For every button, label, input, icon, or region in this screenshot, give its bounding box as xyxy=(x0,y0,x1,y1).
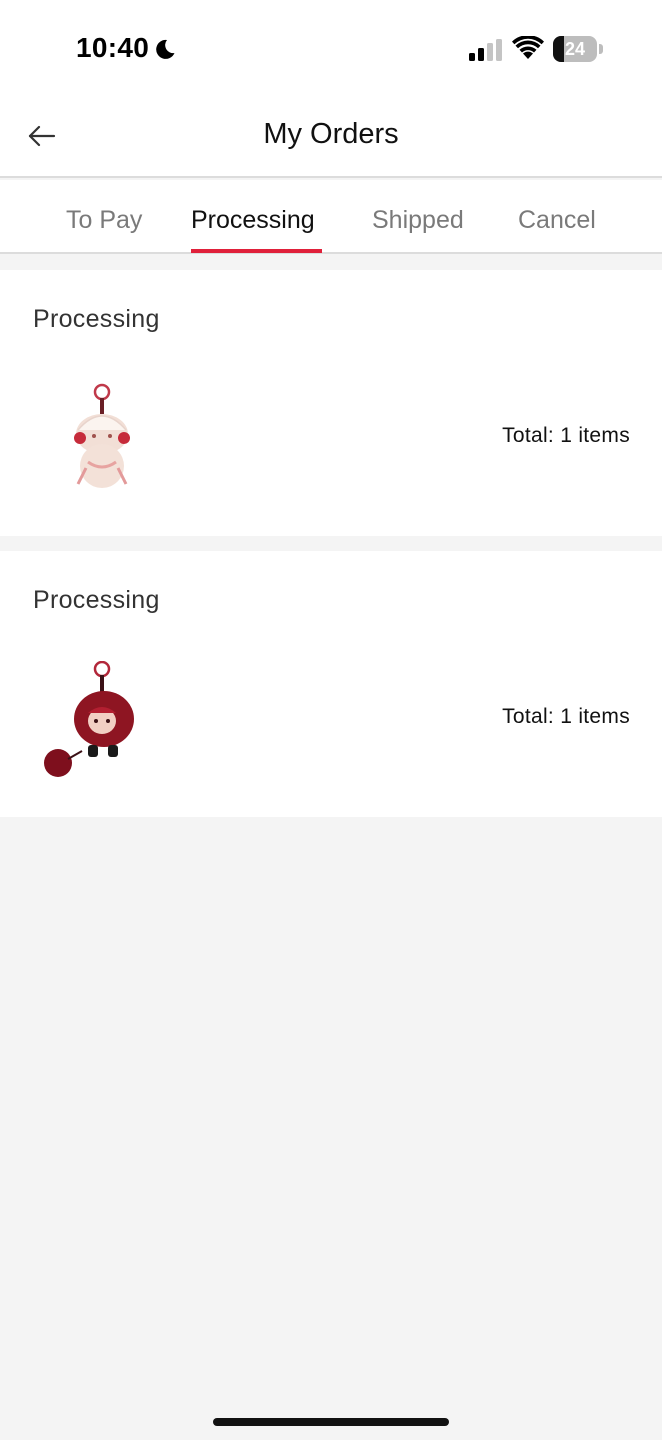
page-title: My Orders xyxy=(263,118,399,150)
product-image xyxy=(44,661,134,777)
wifi-icon xyxy=(512,36,544,59)
header: My Orders xyxy=(0,96,662,178)
order-status-tabs: To Pay Processing Shipped Cancel xyxy=(0,180,662,254)
order-card[interactable]: Processing Total: 1 items xyxy=(0,270,662,536)
tab-to-pay[interactable]: To Pay xyxy=(66,206,142,235)
order-status-label: Processing xyxy=(33,586,160,614)
tab-cancel[interactable]: Cancel xyxy=(518,206,596,235)
home-indicator[interactable] xyxy=(213,1418,449,1426)
active-tab-indicator xyxy=(191,249,322,253)
tab-processing[interactable]: Processing xyxy=(191,206,315,235)
battery-body: 24 xyxy=(553,36,597,62)
order-total: Total: 1 items xyxy=(502,705,630,728)
signal-icon xyxy=(469,39,502,61)
order-status-label: Processing xyxy=(33,305,160,333)
battery-nub xyxy=(599,44,603,54)
orders-screen: 10:40 24 My Orders To Pay Processing Shi… xyxy=(0,0,662,1440)
order-total: Total: 1 items xyxy=(502,424,630,447)
tab-shipped[interactable]: Shipped xyxy=(372,206,464,235)
product-image xyxy=(74,383,130,488)
order-card[interactable]: Processing Total: 1 items xyxy=(0,551,662,817)
battery-percent: 24 xyxy=(564,39,586,59)
status-bar: 10:40 24 xyxy=(0,0,662,96)
moon-icon xyxy=(156,39,175,59)
battery-icon: 24 xyxy=(553,36,603,62)
status-time: 10:40 xyxy=(76,32,150,63)
